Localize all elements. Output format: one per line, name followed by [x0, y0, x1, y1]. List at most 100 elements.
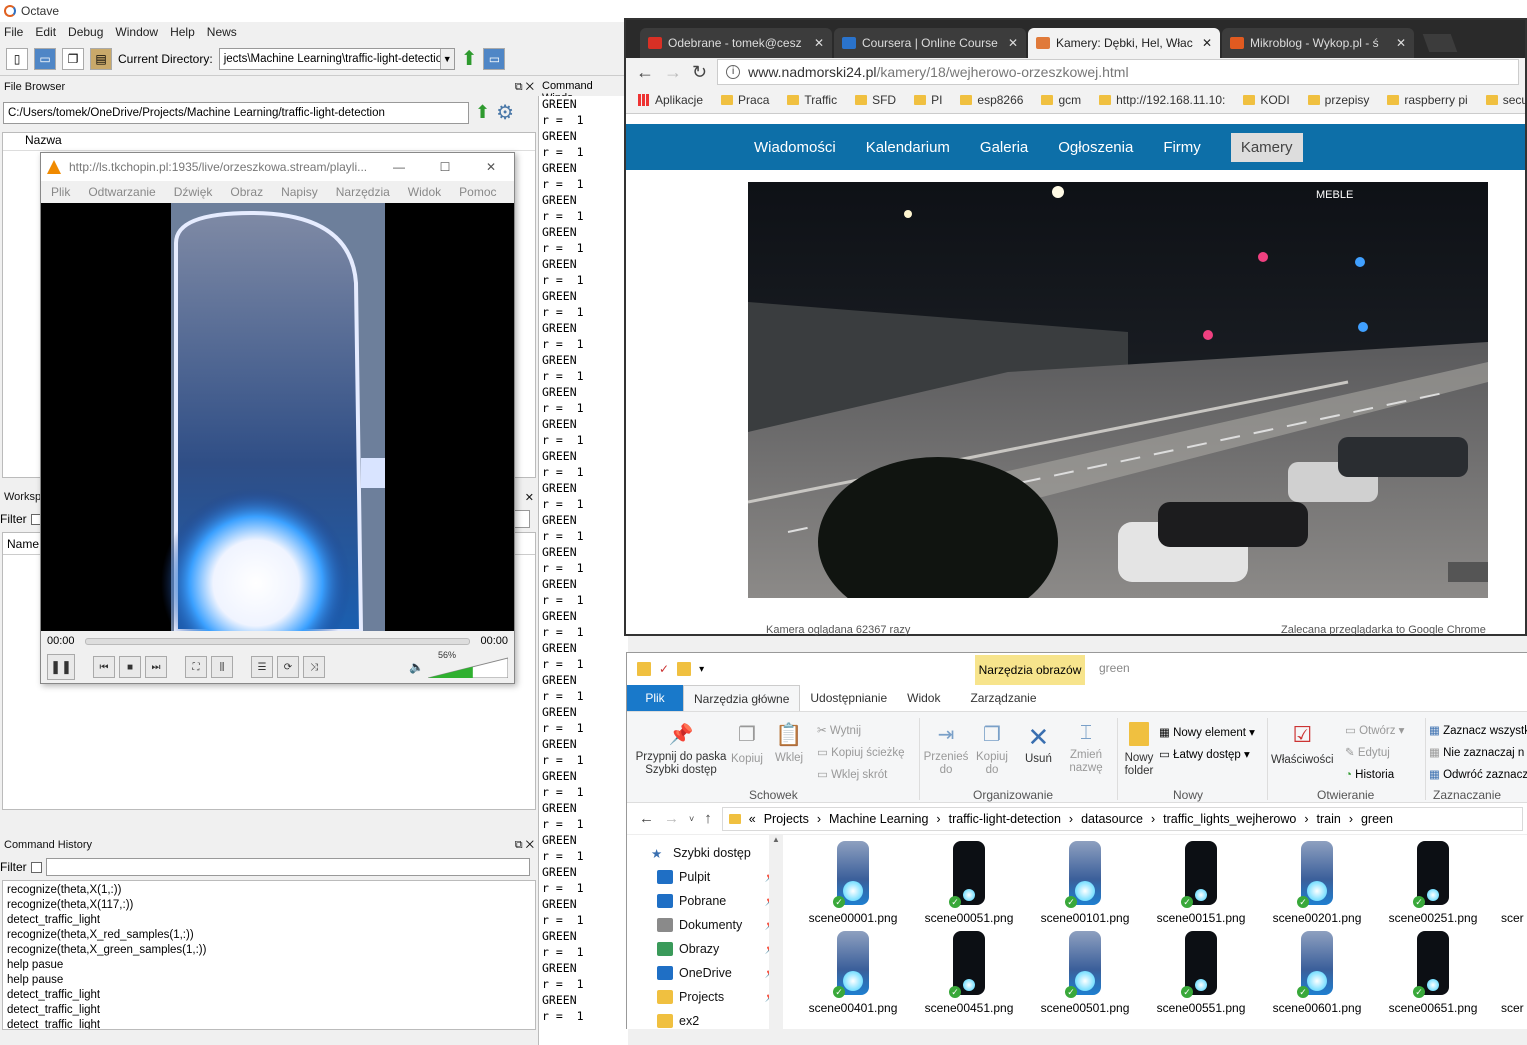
- easy-access-button[interactable]: ▭ Łatwy dostęp ▾: [1159, 744, 1255, 766]
- paste-shortcut-button[interactable]: ▭ Wklej skrót: [817, 764, 905, 786]
- copy-icon[interactable]: ❐: [62, 47, 84, 70]
- file-item[interactable]: ✓ scene00551.png: [1143, 931, 1259, 1015]
- shuffle-icon[interactable]: ⤨: [303, 656, 325, 678]
- properties-quick-icon[interactable]: ✓: [659, 662, 669, 676]
- browse-folder-icon[interactable]: ▭: [483, 47, 506, 70]
- file-item[interactable]: ✓ scene00051.png: [911, 841, 1027, 925]
- history-item[interactable]: detect_traffic_light: [7, 1018, 531, 1029]
- browser-tab[interactable]: Kamery: Dębki, Hel, Włac ✕: [1028, 28, 1220, 58]
- delete-button[interactable]: ✕ Usuń: [1025, 722, 1052, 765]
- nav-item[interactable]: OneDrive📌: [651, 961, 777, 985]
- nav-scrollbar[interactable]: ▲: [769, 835, 783, 1030]
- volume-slider[interactable]: 56%: [428, 650, 508, 678]
- breadcrumb-item[interactable]: Machine Learning: [829, 812, 928, 826]
- history-item[interactable]: help pause: [7, 973, 531, 988]
- menu-edit[interactable]: Edit: [35, 25, 56, 39]
- select-none-button[interactable]: ▦ Nie zaznaczaj n: [1429, 742, 1527, 764]
- playlist-icon[interactable]: ☰: [251, 656, 273, 678]
- browser-tab[interactable]: Odebrane - tomek@cesz ✕: [640, 28, 832, 58]
- select-all-button[interactable]: ▦ Zaznacz wszystk: [1429, 720, 1527, 742]
- bookmark[interactable]: Aplikacje: [638, 93, 703, 107]
- new-tab-button[interactable]: [1422, 34, 1458, 52]
- open-button[interactable]: ▭ Otwórz ▾: [1345, 720, 1404, 742]
- breadcrumb-item[interactable]: traffic_lights_wejherowo: [1163, 812, 1296, 826]
- bookmark[interactable]: PI: [914, 93, 942, 107]
- close-icon[interactable]: ✕: [468, 160, 514, 174]
- forward-icon[interactable]: →: [664, 62, 682, 83]
- file-name-cut[interactable]: scer: [1501, 1001, 1524, 1015]
- panel-close-icon[interactable]: ⧉ ✕: [515, 839, 534, 852]
- file-item[interactable]: ✓ scene00101.png: [1027, 841, 1143, 925]
- bookmark[interactable]: gcm: [1041, 93, 1081, 107]
- rename-button[interactable]: ⌶ Zmień nazwę: [1063, 722, 1109, 775]
- history-item[interactable]: detect_traffic_light: [7, 988, 531, 1003]
- current-dir-input[interactable]: jects\Machine Learning\traffic-light-det…: [218, 47, 455, 70]
- tab-narzedzia-glowne[interactable]: Narzędzia główne: [683, 685, 801, 711]
- nav-item[interactable]: Obrazy📌: [651, 937, 777, 961]
- nav-item[interactable]: Dokumenty📌: [651, 913, 777, 937]
- file-item[interactable]: ✓ scene00001.png: [795, 841, 911, 925]
- vlc-menu-widok[interactable]: Widok: [408, 185, 441, 199]
- bookmark[interactable]: przepisy: [1307, 93, 1369, 107]
- file-item[interactable]: ✓ scene00651.png: [1375, 931, 1491, 1015]
- site-nav-item[interactable]: Wiadomości: [754, 139, 836, 156]
- nav-item[interactable]: ex2: [651, 1009, 777, 1033]
- dir-up-icon[interactable]: ⬆: [475, 102, 490, 123]
- panel-close-icon[interactable]: ✕: [525, 491, 534, 504]
- site-nav-item[interactable]: Kalendarium: [866, 139, 950, 156]
- site-nav-item[interactable]: Kamery: [1230, 132, 1303, 162]
- nav-item[interactable]: Projects📌: [651, 985, 777, 1009]
- history-filter-input[interactable]: [45, 858, 530, 876]
- info-icon[interactable]: i: [726, 65, 741, 79]
- breadcrumb-item[interactable]: train: [1316, 812, 1340, 826]
- nav-item[interactable]: Pulpit📌: [651, 865, 777, 889]
- browser-tab[interactable]: Mikroblog - Wykop.pl - ś ✕: [1222, 28, 1414, 58]
- copy-to-button[interactable]: ❐ Kopiuj do: [969, 722, 1015, 777]
- bookmark[interactable]: KODI: [1243, 93, 1290, 107]
- browser-tab[interactable]: Coursera | Online Course ✕: [834, 28, 1026, 58]
- file-item[interactable]: ✓ scene00251.png: [1375, 841, 1491, 925]
- properties-button[interactable]: ☑ Właściwości: [1271, 722, 1334, 766]
- vlc-menu-obraz[interactable]: Obraz: [230, 185, 263, 199]
- vlc-menu-plik[interactable]: Plik: [51, 185, 70, 199]
- vlc-menu-odtwarzanie[interactable]: Odtwarzanie: [88, 185, 155, 199]
- back-icon[interactable]: ←: [636, 62, 654, 83]
- history-item[interactable]: recognize(theta,X_red_samples(1,:)): [7, 928, 531, 943]
- bookmark[interactable]: security: [1485, 93, 1525, 107]
- tab-udostepnianie[interactable]: Udostępnianie: [800, 685, 897, 711]
- file-name-cut[interactable]: scer: [1501, 911, 1524, 925]
- file-item[interactable]: ✓ scene00401.png: [795, 931, 911, 1015]
- vlc-menu-narzedzia[interactable]: Narzędzia: [336, 185, 390, 199]
- edit-button[interactable]: ✎ Edytuj: [1345, 742, 1404, 764]
- invert-selection-button[interactable]: ▦ Odwróć zaznacz: [1429, 764, 1527, 786]
- tab-close-icon[interactable]: ✕: [1202, 36, 1212, 50]
- command-window[interactable]: GREEN r = 1 GREEN r = 1 GREEN r = 1 GREEN r = 1…: [538, 96, 628, 1045]
- bookmark[interactable]: Traffic: [787, 93, 837, 107]
- panel-close-icon[interactable]: ⧉ ✕: [515, 81, 534, 94]
- tab-close-icon[interactable]: ✕: [1396, 36, 1406, 50]
- copy-path-button[interactable]: ▭ Kopiuj ścieżkę: [817, 742, 905, 764]
- nav-item[interactable]: ★ Szybki dostęp: [651, 841, 777, 865]
- back-icon[interactable]: ←: [639, 810, 654, 827]
- new-folder-button[interactable]: Nowy folder: [1119, 722, 1159, 778]
- next-icon[interactable]: ⏭: [145, 656, 167, 678]
- seek-slider[interactable]: [84, 637, 471, 645]
- forward-icon[interactable]: →: [664, 810, 679, 827]
- breadcrumb-item[interactable]: Projects: [764, 812, 809, 826]
- filter-checkbox[interactable]: [30, 861, 42, 873]
- pause-button[interactable]: ❚❚: [47, 654, 75, 680]
- menu-file[interactable]: File: [4, 25, 23, 39]
- column-header-name[interactable]: Nazwa: [3, 133, 535, 151]
- file-item[interactable]: ✓ scene00501.png: [1027, 931, 1143, 1015]
- site-nav-item[interactable]: Galeria: [980, 139, 1028, 156]
- minimize-icon[interactable]: —: [376, 160, 422, 174]
- paste-icon[interactable]: ▤: [90, 47, 112, 70]
- customize-quick-icon[interactable]: ▾: [699, 664, 704, 675]
- vlc-menu-pomoc[interactable]: Pomoc: [459, 185, 496, 199]
- copy-button[interactable]: ❐ Kopiuj: [731, 722, 763, 765]
- gear-icon[interactable]: ⚙: [496, 100, 514, 125]
- pin-quick-access-button[interactable]: 📌 Przypnij do paska Szybki dostęp: [635, 722, 727, 777]
- tab-plik[interactable]: Plik: [627, 685, 683, 711]
- history-item[interactable]: recognize(theta,X_green_samples(1,:)): [7, 943, 531, 958]
- tab-close-icon[interactable]: ✕: [814, 36, 824, 50]
